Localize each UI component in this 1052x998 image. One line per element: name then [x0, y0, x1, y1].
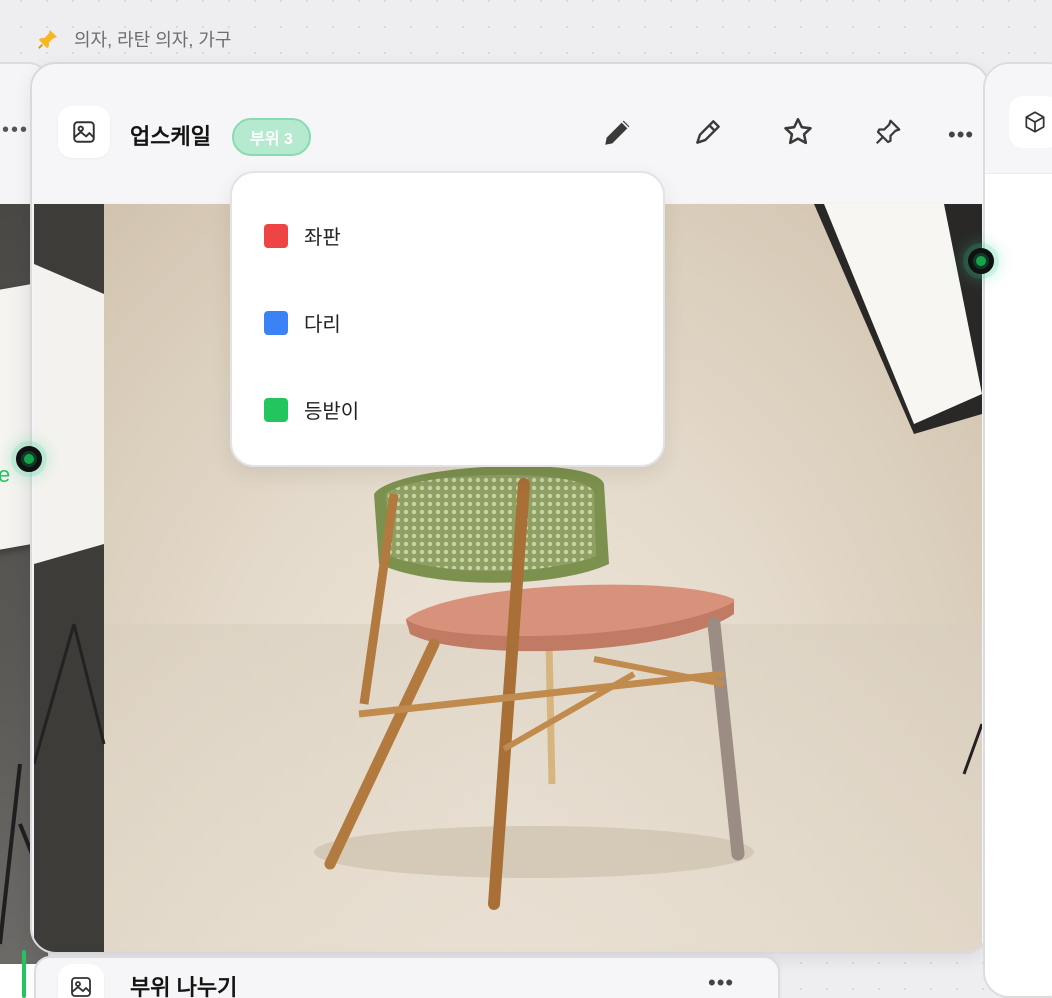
dropdown-item-seat[interactable]: 좌판: [264, 221, 341, 250]
backrest-color-swatch: [264, 397, 288, 422]
input-connection-handle[interactable]: [16, 446, 42, 472]
pen-nib-icon[interactable]: [688, 112, 728, 152]
right-node-card[interactable]: [983, 62, 1052, 998]
more-icon[interactable]: •••: [2, 119, 29, 142]
pencil-icon[interactable]: [598, 112, 638, 152]
seat-color-swatch: [264, 223, 288, 248]
dropdown-item-label: 좌판: [304, 227, 341, 249]
dropdown-item-label: 등받이: [304, 401, 360, 423]
dropdown-item-backrest[interactable]: 등받이: [264, 395, 359, 424]
pin-icon[interactable]: [868, 112, 908, 152]
card-title: 업스케일: [130, 124, 211, 149]
breadcrumb: 의자, 라탄 의자, 가구: [34, 26, 231, 52]
image-icon: [58, 106, 110, 158]
dropdown-item-legs[interactable]: 다리: [264, 308, 341, 337]
split-parts-node-card[interactable]: 부위 나누기 •••: [34, 956, 780, 998]
image-icon: [58, 964, 104, 998]
cube-icon: [1009, 96, 1052, 148]
more-icon[interactable]: •••: [708, 970, 734, 996]
more-icon[interactable]: •••: [948, 122, 974, 148]
output-connection-handle[interactable]: [968, 248, 994, 274]
legs-color-swatch: [264, 310, 288, 335]
pin-icon: [34, 27, 62, 51]
parts-dropdown[interactable]: 좌판 다리 등받이: [230, 171, 665, 467]
parts-badge[interactable]: 부위 3: [232, 118, 311, 156]
edge-line: [22, 950, 26, 998]
edge-label: e: [0, 462, 11, 487]
right-card-header: [985, 64, 1052, 174]
star-icon[interactable]: [778, 112, 818, 152]
breadcrumb-text: 의자, 라탄 의자, 가구: [74, 30, 232, 50]
card-title: 부위 나누기: [130, 975, 238, 998]
dropdown-item-label: 다리: [304, 314, 341, 336]
